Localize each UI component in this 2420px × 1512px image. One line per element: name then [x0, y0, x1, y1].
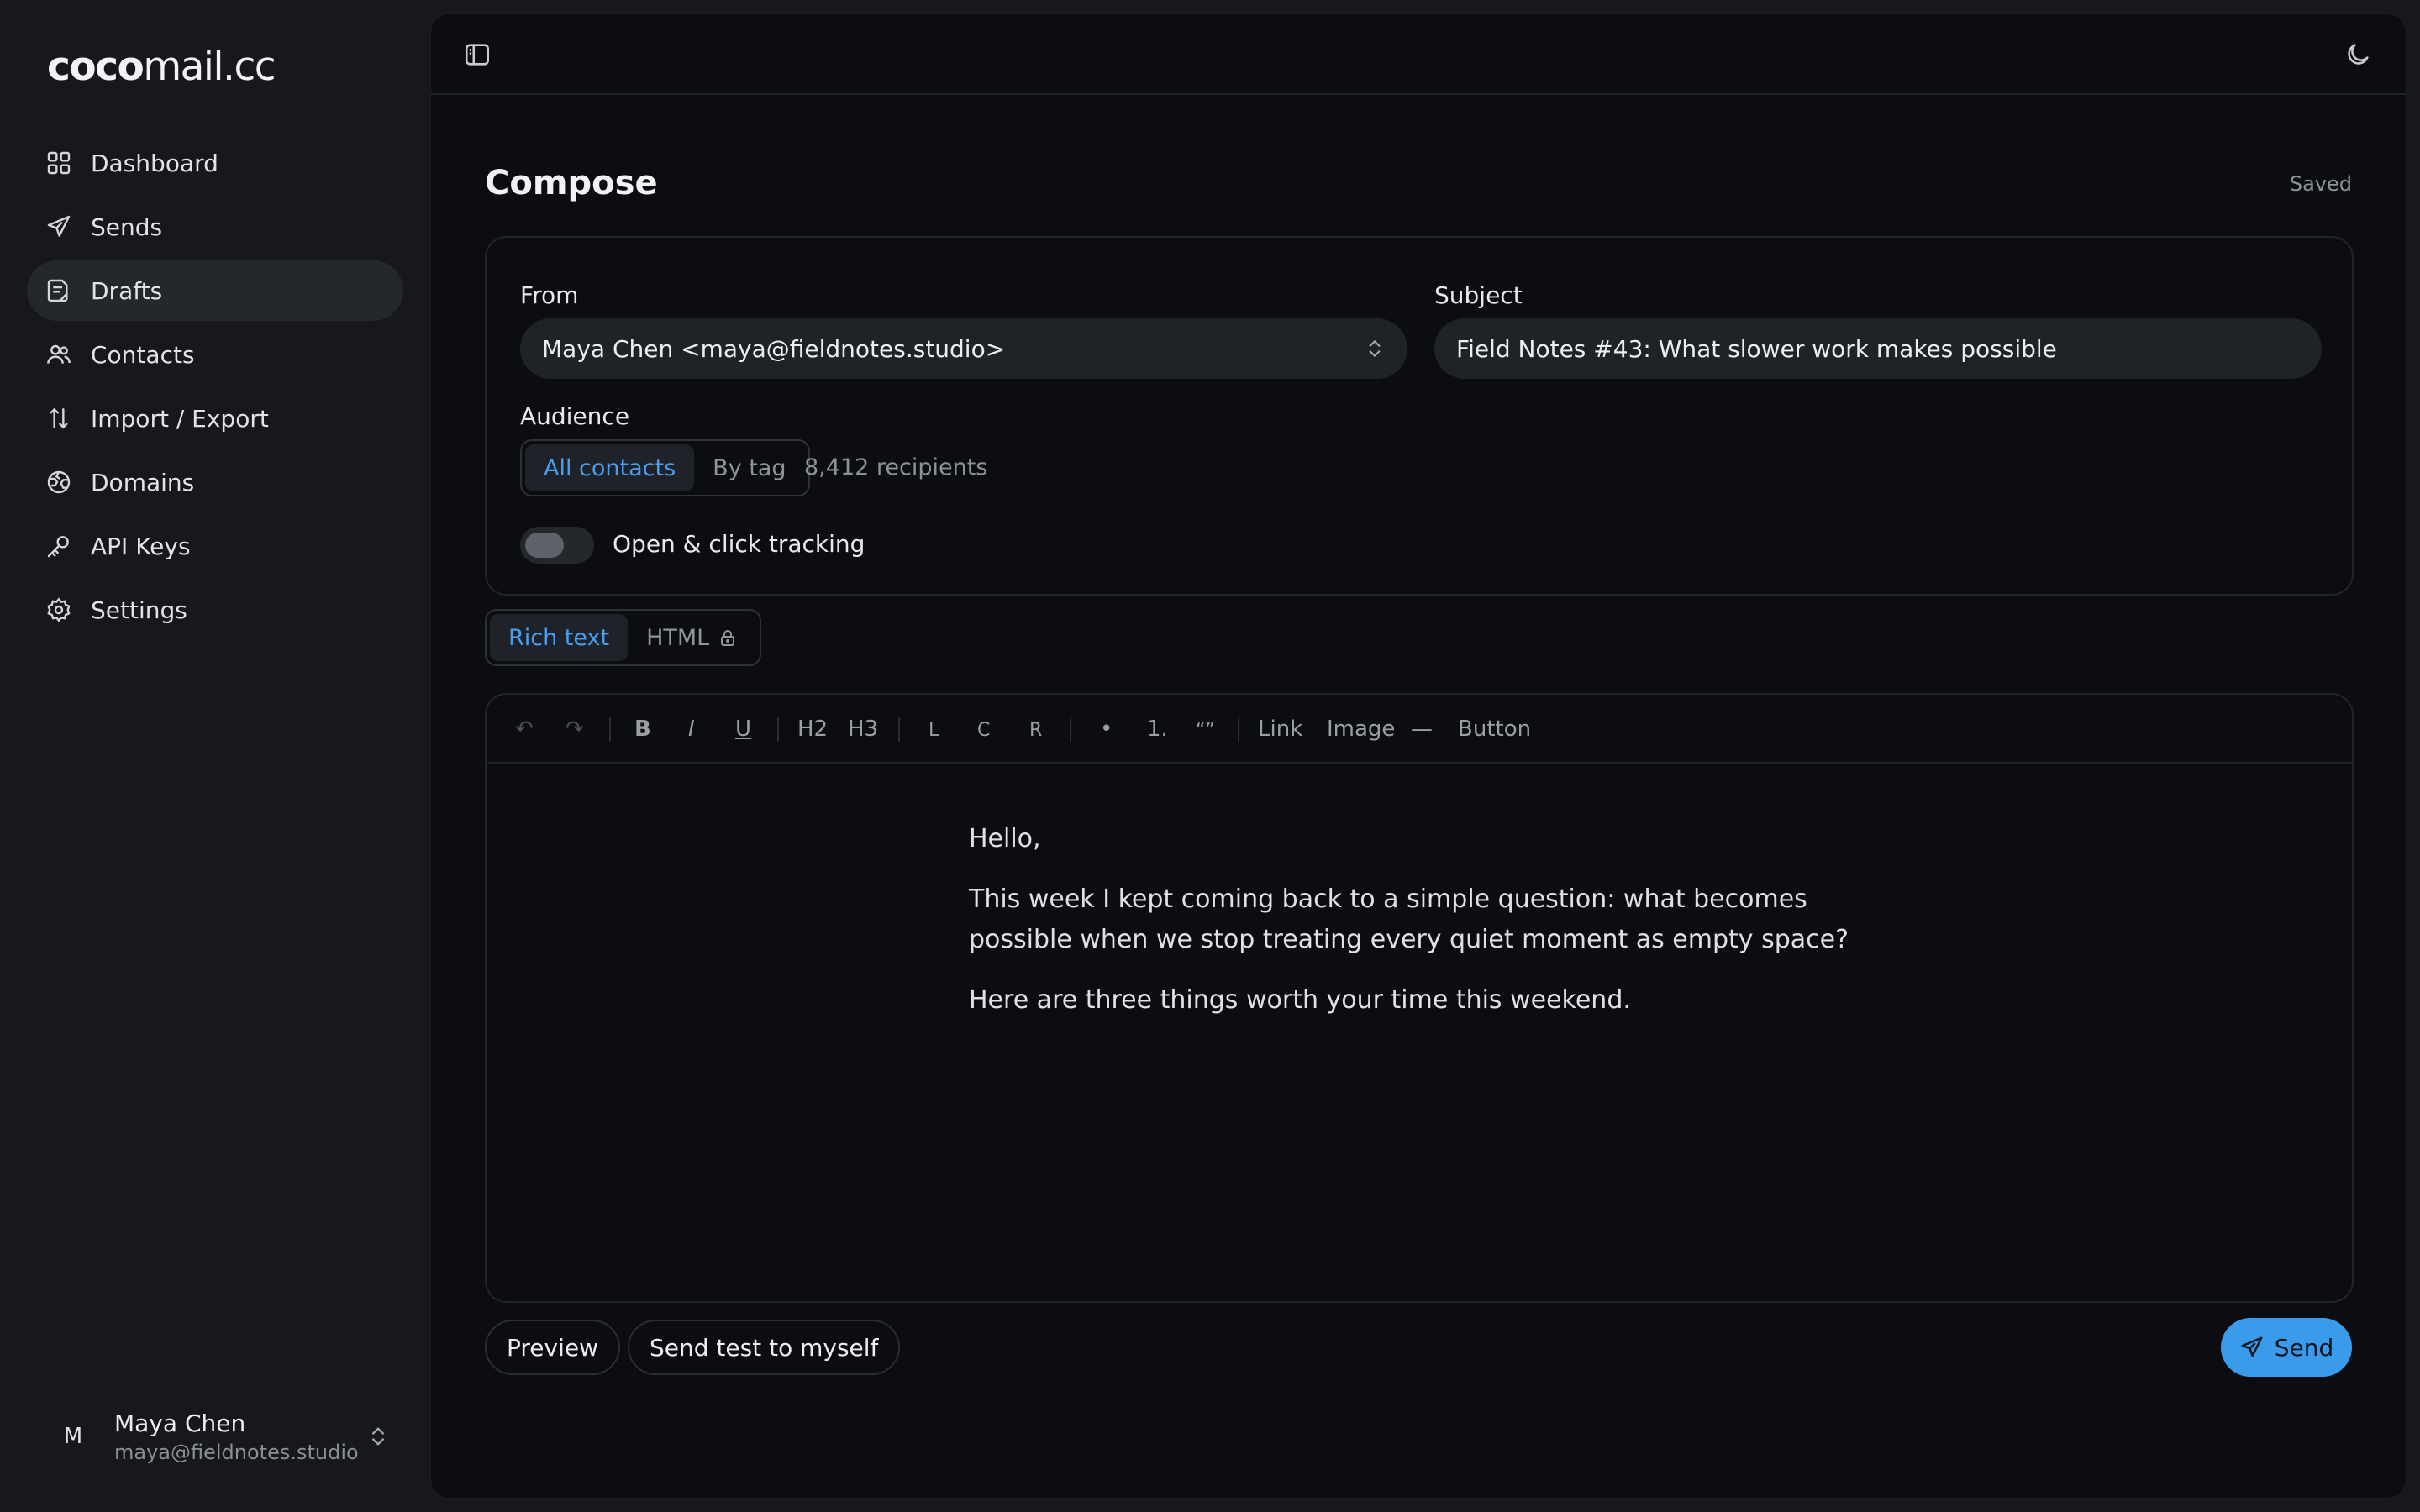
user-name: Maya Chen — [114, 1409, 246, 1437]
toolbar-divider — [609, 717, 611, 742]
sidebar-item-label: Domains — [91, 468, 195, 496]
brand-logo[interactable]: cocomail.cc — [47, 44, 276, 90]
mode-html-label: HTML — [646, 624, 710, 651]
image-button[interactable]: Image — [1327, 717, 1395, 742]
gear-icon — [47, 597, 71, 622]
paragraph: This week I kept coming back to a simple… — [969, 885, 1849, 954]
ordered-list-button[interactable]: 1. — [1147, 717, 1168, 742]
tracking-label: Open & click tracking — [613, 530, 865, 558]
audience-all-contacts[interactable]: All contacts — [525, 444, 695, 491]
sidebar-item-domains[interactable]: Domains — [27, 452, 403, 512]
heading2-button[interactable]: H2 — [797, 717, 828, 742]
lock-icon — [721, 630, 735, 646]
chevron-up-down-icon — [372, 1427, 384, 1446]
button-block-button[interactable]: Button — [1458, 717, 1531, 742]
sidebar-item-label: Drafts — [91, 276, 163, 305]
subject-value: Field Notes #43: What slower work makes … — [1456, 334, 2057, 363]
sidebar-nav: Dashboard Sends Drafts Contacts Import /… — [27, 133, 403, 643]
sidebar-item-dashboard[interactable]: Dashboard — [27, 133, 403, 193]
sidebar-item-drafts[interactable]: Drafts — [27, 260, 403, 321]
user-email: maya@fieldnotes.studio — [114, 1440, 359, 1464]
toolbar-divider — [1238, 717, 1239, 742]
contacts-icon — [47, 344, 71, 364]
sidebar-item-label: Settings — [91, 596, 187, 624]
divider-button[interactable]: — — [1411, 717, 1433, 742]
key-icon — [47, 536, 69, 558]
undo-button[interactable]: ↶ — [515, 717, 534, 742]
heading3-button[interactable]: H3 — [848, 717, 878, 742]
import-export-icon — [50, 407, 68, 429]
subject-label: Subject — [1434, 281, 1523, 309]
underline-button[interactable]: U — [735, 717, 751, 742]
account-switcher[interactable]: M Maya Chen maya@fieldnotes.studio — [44, 1398, 390, 1475]
dashboard-icon — [47, 151, 71, 175]
quote-button[interactable]: “” — [1196, 720, 1215, 741]
top-bar — [431, 14, 2406, 95]
paragraph: Here are three things worth your time th… — [969, 985, 1631, 1015]
sidebar-item-settings[interactable]: Settings — [27, 580, 403, 640]
mode-html[interactable]: HTML — [628, 614, 756, 661]
audience-label: Audience — [520, 402, 630, 430]
send-icon — [47, 215, 71, 237]
sidebar-item-sends[interactable]: Sends — [27, 197, 403, 257]
avatar: M — [63, 1424, 83, 1449]
send-button[interactable]: Send — [2221, 1318, 2352, 1377]
main-panel: Compose Saved From Maya Chen <maya@field… — [430, 13, 2407, 1499]
align-right-button[interactable]: R — [1029, 720, 1042, 741]
chevron-up-down-icon — [1369, 340, 1381, 357]
from-select[interactable]: Maya Chen <maya@fieldnotes.studio> — [520, 318, 1407, 379]
globe-icon — [47, 470, 71, 494]
preview-button[interactable]: Preview — [485, 1320, 620, 1375]
audience-selector: All contacts By tag — [520, 439, 810, 496]
align-center-button[interactable]: C — [977, 720, 990, 741]
sidebar-item-label: Import / Export — [91, 404, 269, 433]
sidebar-item-label: Dashboard — [91, 149, 218, 177]
editor-mode-selector: Rich text HTML — [485, 609, 762, 666]
email-editor: ↶ ↷ B I U H2 H3 L C R • 1. “” Link Image… — [485, 693, 2354, 1303]
sidebar-item-import-export[interactable]: Import / Export — [27, 388, 403, 449]
bold-button[interactable]: B — [634, 717, 651, 742]
sidebar-item-contacts[interactable]: Contacts — [27, 324, 403, 385]
send-icon — [2241, 1336, 2263, 1357]
page-title: Compose — [485, 164, 658, 202]
sidebar-toggle-icon[interactable] — [463, 40, 492, 69]
compose-settings-card: From Maya Chen <maya@fieldnotes.studio> … — [485, 236, 2354, 596]
subject-input[interactable]: Field Notes #43: What slower work makes … — [1434, 318, 2322, 379]
moon-icon[interactable] — [2344, 40, 2372, 69]
bullet-list-button[interactable]: • — [1100, 717, 1113, 742]
from-label: From — [520, 281, 579, 309]
sidebar-item-label: API Keys — [91, 532, 191, 560]
link-button[interactable]: Link — [1258, 717, 1302, 742]
editor-toolbar: ↶ ↷ B I U H2 H3 L C R • 1. “” Link Image… — [487, 695, 2352, 764]
sidebar-item-label: Sends — [91, 213, 163, 241]
toolbar-divider — [777, 717, 779, 742]
mode-rich-text[interactable]: Rich text — [490, 614, 629, 661]
sidebar-item-label: Contacts — [91, 340, 195, 369]
align-left-button[interactable]: L — [929, 720, 939, 741]
send-label: Send — [2274, 1333, 2334, 1362]
tracking-toggle[interactable] — [520, 527, 594, 564]
audience-by-tag[interactable]: By tag — [694, 444, 804, 491]
from-value: Maya Chen <maya@fieldnotes.studio> — [542, 334, 1006, 363]
toolbar-divider — [1070, 717, 1071, 742]
sidebar: cocomail.cc Dashboard Sends Drafts Conta… — [0, 0, 430, 1512]
toolbar-divider — [898, 717, 900, 742]
redo-button[interactable]: ↷ — [566, 717, 584, 742]
paragraph: Hello, — [969, 824, 1041, 853]
sidebar-item-api-keys[interactable]: API Keys — [27, 516, 403, 576]
drafts-icon — [47, 279, 68, 302]
toggle-knob — [525, 533, 564, 558]
send-test-button[interactable]: Send test to myself — [628, 1320, 901, 1375]
italic-button[interactable]: I — [688, 717, 695, 742]
recipient-count: 8,412 recipients — [804, 454, 988, 480]
editor-content[interactable]: Hello, This week I kept coming back to a… — [969, 819, 1910, 1041]
save-status: Saved — [2289, 172, 2352, 196]
